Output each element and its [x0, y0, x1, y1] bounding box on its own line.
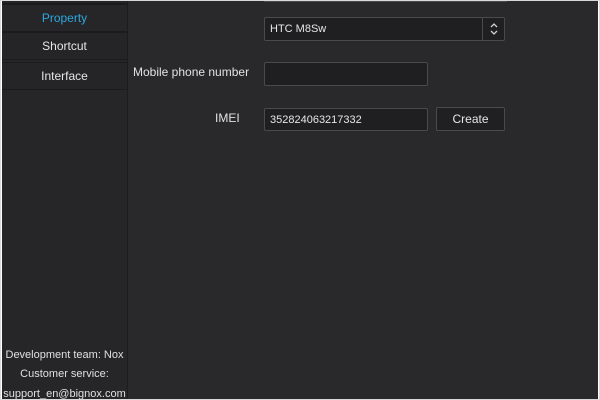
sidebar-item-label: Shortcut [42, 39, 87, 53]
support-email-link[interactable]: support_en@bignox.com [2, 388, 127, 400]
sidebar-item-interface[interactable]: Interface [2, 62, 127, 90]
sidebar-item-label: Interface [41, 69, 88, 83]
settings-window: Property Shortcut Interface Development … [2, 0, 598, 400]
phone-model-select[interactable]: HTC M8Sw [264, 17, 505, 41]
imei-label: IMEI [215, 111, 240, 125]
create-button-label: Create [452, 112, 489, 126]
mobile-phone-label: Mobile phone number [133, 65, 250, 79]
imei-input[interactable]: 352824063217332 [264, 108, 428, 131]
dev-team-text: Development team: Nox [5, 349, 124, 361]
sidebar-item-shortcut[interactable]: Shortcut [2, 32, 127, 60]
sidebar-item-label: Property [41, 11, 88, 25]
mobile-phone-input[interactable] [264, 62, 428, 86]
chevron-updown-icon[interactable] [482, 18, 504, 40]
phone-model-value: HTC M8Sw [270, 23, 327, 35]
customer-service-label: Customer service: [20, 368, 109, 380]
sidebar-item-property[interactable]: Property [2, 4, 127, 32]
previous-field-edge [264, 0, 507, 2]
create-imei-button[interactable]: Create [436, 107, 505, 131]
imei-value: 352824063217332 [270, 113, 362, 126]
sidebar: Property Shortcut Interface Development … [2, 0, 128, 400]
